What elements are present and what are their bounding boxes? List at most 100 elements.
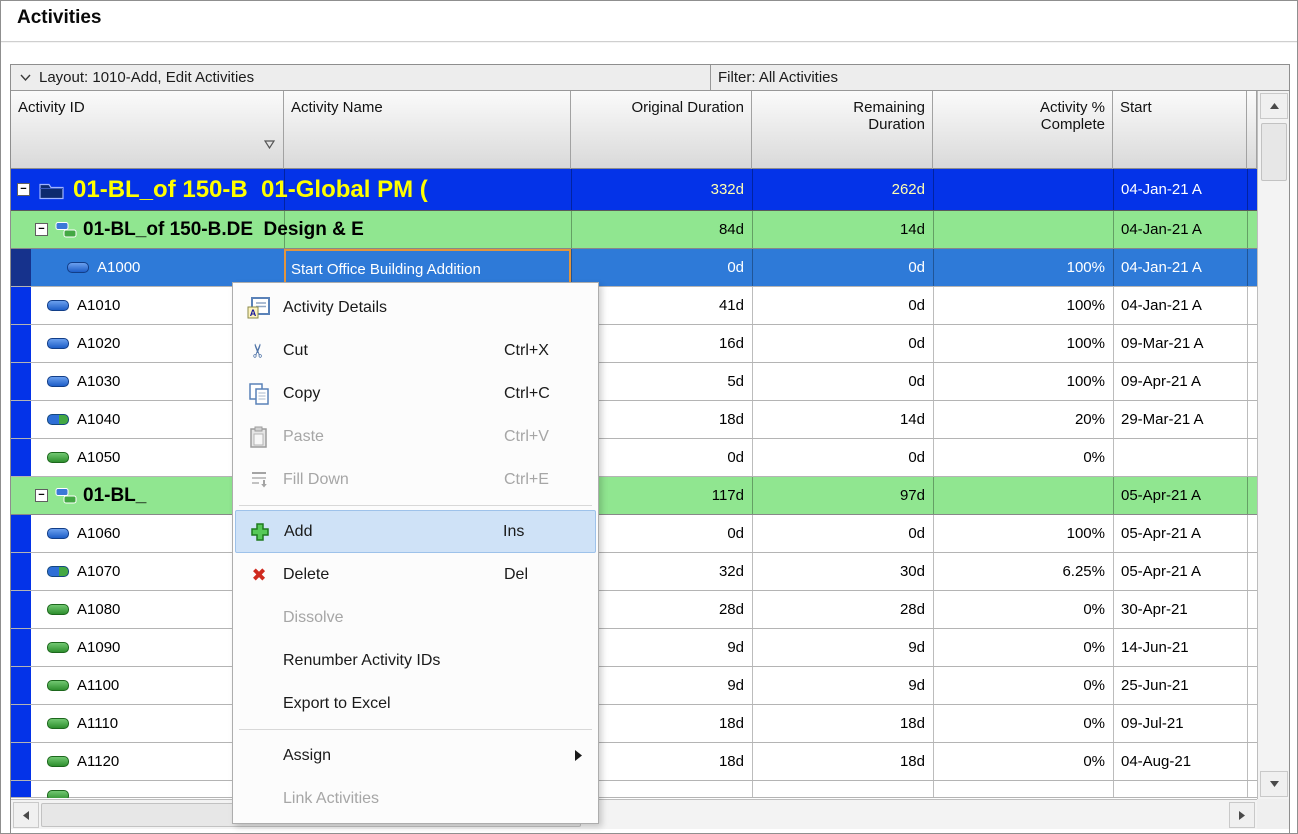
activity-row[interactable]: A1050 0d 0d 0% (11, 439, 1257, 477)
menu-item-shortcut: Ctrl+X (504, 341, 549, 359)
grid-line (933, 211, 934, 248)
horizontal-scrollbar[interactable] (11, 799, 1257, 829)
grid-line (752, 781, 753, 797)
cell-pct: 0% (1083, 677, 1105, 694)
filter-label: Filter: All Activities (718, 69, 839, 86)
activity-id: A1100 (77, 677, 120, 694)
column-header-start[interactable]: Start (1113, 91, 1247, 169)
scroll-up-button[interactable] (1260, 93, 1288, 119)
cell-pct: 6.25% (1062, 563, 1105, 580)
scroll-left-button[interactable] (13, 802, 39, 828)
cell-pct: 20% (1074, 411, 1105, 428)
activity-row-partial (11, 781, 1257, 798)
activity-row[interactable]: A1020 16d 0d 100% 09-Mar-21 A (11, 325, 1257, 363)
activity-status-icon (47, 413, 69, 425)
activity-row[interactable]: A1070 32d 30d 6.25% 05-Apr-21 A (11, 553, 1257, 591)
column-header-sliver (1247, 91, 1257, 169)
activity-row[interactable]: A1100 9d 9d 0% 25-Jun-21 (11, 667, 1257, 705)
hierarchy-band (11, 629, 31, 666)
add-icon (236, 522, 284, 542)
activity-details-icon: A (235, 296, 283, 319)
activity-id: A1090 (77, 639, 121, 656)
activity-status-icon (47, 717, 69, 729)
column-header-activity-name[interactable]: Activity Name (284, 91, 571, 169)
cell-start: 04-Jan-21 A (1121, 221, 1202, 238)
layout-options-bar[interactable]: Layout: 1010-Add, Edit Activities (11, 65, 711, 90)
menu-item-renumber-activity-ids[interactable]: Renumber Activity IDs (235, 639, 596, 682)
activity-row[interactable]: A1030 5d 0d 100% 09-Apr-21 A (11, 363, 1257, 401)
activity-row[interactable]: A1080 28d 28d 0% 30-Apr-21 (11, 591, 1257, 629)
menu-item-export-to-excel[interactable]: Export to Excel (235, 682, 596, 725)
grid-line (1247, 515, 1248, 552)
menu-item-label: Activity Details (283, 298, 388, 316)
menu-item-cut[interactable]: ✂ Cut Ctrl+X (235, 329, 596, 372)
hierarchy-band (11, 439, 31, 476)
activity-row[interactable]: A1120 18d 18d 0% 04-Aug-21 (11, 743, 1257, 781)
wbs-row[interactable]: − 01-BL_of 150-B 01-Global PM (332d 262d 04… (11, 169, 1257, 211)
cell-rd: 14d (899, 221, 925, 238)
cell-rd: 18d (899, 715, 925, 732)
chevron-down-icon (20, 74, 31, 82)
vertical-scroll-thumb[interactable] (1261, 123, 1287, 181)
activity-status-icon (47, 299, 69, 311)
grid-line (1247, 325, 1248, 362)
activity-status-icon (47, 603, 69, 615)
column-header-original-duration[interactable]: Original Duration (571, 91, 752, 169)
filter-bar[interactable]: Filter: All Activities (711, 65, 1289, 90)
vertical-scrollbar[interactable] (1257, 91, 1289, 799)
activity-row[interactable]: A1010 41d 0d 100% 04-Jan-21 A (11, 287, 1257, 325)
cell-pct: 100% (1066, 335, 1105, 352)
grid-line (933, 169, 934, 210)
activity-row[interactable]: A1000 Start Office Building Addition 0d 0d 1… (11, 249, 1257, 287)
collapse-icon[interactable]: − (35, 488, 48, 502)
wbs-name: 01-BL_of 150-B.DE Design & E (83, 219, 364, 240)
wbs-row[interactable]: −01-BL_ 117d 97d 05-Apr-21 A (11, 477, 1257, 515)
grid-line (1247, 249, 1248, 286)
activity-id: A1010 (77, 297, 121, 314)
collapse-icon[interactable]: − (17, 182, 30, 196)
activity-row[interactable]: A1040 18d 14d 20% 29-Mar-21 A (11, 401, 1257, 439)
scroll-right-button[interactable] (1229, 802, 1255, 828)
menu-item-delete[interactable]: ✖ Delete Del (235, 553, 596, 596)
menu-item-assign[interactable]: Assign (235, 734, 596, 777)
cell-rd: 18d (899, 753, 925, 770)
project-folder-icon (39, 180, 64, 199)
column-header-activity-pct-complete[interactable]: Activity % Complete (933, 91, 1113, 169)
cell-rd: 9d (908, 639, 925, 656)
activity-row[interactable]: A1090 9d 9d 0% 14-Jun-21 (11, 629, 1257, 667)
grid-line (1247, 169, 1248, 210)
page-title: Activities (17, 7, 102, 28)
activity-status-icon (47, 679, 69, 691)
cell-start: 04-Jan-21 A (1121, 181, 1202, 198)
activity-name-cell[interactable]: Start Office Building Addition (284, 249, 571, 286)
column-header-label: Start (1120, 99, 1152, 116)
hierarchy-band (11, 591, 31, 628)
cell-pct: 100% (1066, 525, 1105, 542)
collapse-icon[interactable]: − (35, 222, 48, 236)
menu-item-activity-details[interactable]: A Activity Details (235, 286, 596, 329)
activity-row[interactable]: A1110 18d 18d 0% 09-Jul-21 (11, 705, 1257, 743)
menu-item-label: Cut (283, 341, 308, 359)
context-menu: A Activity Details ✂ Cut Ctrl+X Copy Ctrl+C Pas… (232, 282, 599, 824)
activity-status-icon (47, 565, 69, 577)
hierarchy-band (11, 705, 31, 742)
wbs-row[interactable]: − 01-BL_of 150-B.DE Design & E 84d 14d 04-Ja… (11, 211, 1257, 249)
hierarchy-band (11, 325, 31, 362)
menu-item-add[interactable]: Add Ins (235, 510, 596, 553)
column-header-remaining-duration[interactable]: Remaining Duration (752, 91, 933, 169)
cell-pct: 0% (1083, 601, 1105, 618)
menu-item-label: Link Activities (283, 789, 380, 807)
column-header-label: Original Duration (631, 99, 744, 116)
scroll-down-button[interactable] (1260, 771, 1288, 797)
column-header-activity-id[interactable]: Activity ID (11, 91, 284, 169)
cell-rd: 14d (899, 411, 925, 428)
activity-row[interactable]: A1060 0d 0d 100% 05-Apr-21 A (11, 515, 1257, 553)
cell-start: 09-Mar-21 A (1121, 335, 1204, 352)
layout-bar: Layout: 1010-Add, Edit Activities Filter… (11, 65, 1289, 91)
cell-start: 09-Apr-21 A (1121, 373, 1202, 390)
hierarchy-band (11, 781, 31, 797)
hierarchy-band (11, 515, 31, 552)
menu-item-copy[interactable]: Copy Ctrl+C (235, 372, 596, 415)
cell-od: 84d (718, 221, 744, 238)
cell-start: 09-Jul-21 (1121, 715, 1184, 732)
